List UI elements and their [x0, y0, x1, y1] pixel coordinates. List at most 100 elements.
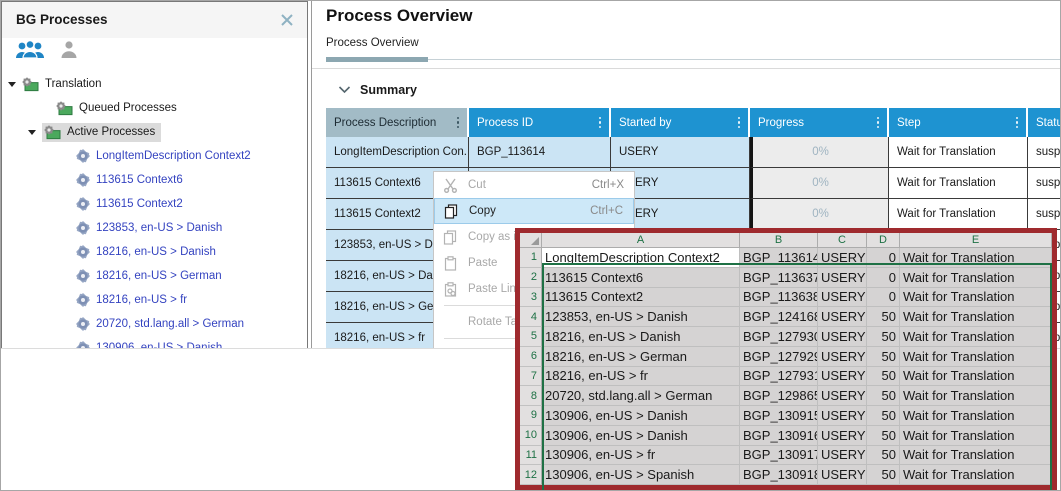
sheet-cell[interactable]: USERY [818, 248, 867, 268]
summary-section-header[interactable]: Summary [338, 81, 417, 99]
tree-item-longitemdescription-context2[interactable]: LongItemDescription Context2 [2, 144, 307, 168]
sheet-cell[interactable]: BGP_113638 [740, 288, 818, 308]
sheet-cell[interactable]: LongItemDescription Context2 [542, 248, 740, 268]
tab-process-overview[interactable]: Process Overview [326, 37, 419, 49]
sheet-cell[interactable]: USERY [818, 327, 867, 347]
sheet-cell[interactable]: Wait for Translation [900, 465, 1052, 485]
sheet-cell[interactable]: 0 [867, 248, 900, 268]
column-menu-icon[interactable] [736, 115, 743, 131]
column-menu-icon[interactable] [455, 115, 462, 131]
sheet-cell[interactable]: BGP_130916 [740, 426, 818, 446]
column-menu-icon[interactable] [875, 115, 882, 131]
sheet-cell[interactable]: BGP_113614 [740, 248, 818, 268]
sheet-column-header-d[interactable]: D [867, 233, 900, 248]
sheet-cell[interactable]: 50 [867, 465, 900, 485]
sheet-cell[interactable]: 0 [867, 268, 900, 288]
single-user-icon[interactable] [58, 39, 80, 66]
cell-status[interactable]: suspe [1028, 199, 1060, 230]
column-header-started-by[interactable]: Started by [611, 108, 750, 137]
cell-started-by[interactable]: USERY [611, 137, 750, 168]
close-icon[interactable] [279, 12, 295, 28]
sheet-row-number[interactable]: 5 [520, 327, 542, 347]
column-menu-icon[interactable] [597, 115, 604, 131]
sheet-column-header-e[interactable]: E [900, 233, 1052, 248]
cell-progress[interactable]: 0% [750, 137, 889, 168]
sheet-cell[interactable]: 130906, en-US > Spanish [542, 465, 740, 485]
sheet-cell[interactable]: USERY [818, 367, 867, 387]
table-row[interactable]: LongItemDescription Con...BGP_113614USER… [326, 137, 1060, 168]
sheet-cell[interactable]: 113615 Context2 [542, 288, 740, 308]
tree-item-123853-en-us-danish[interactable]: 123853, en-US > Danish [2, 216, 307, 240]
tree-expand-arrow[interactable] [28, 130, 36, 135]
sheet-cell[interactable]: BGP_130918 [740, 465, 818, 485]
sheet-cell[interactable]: BGP_130917 [740, 446, 818, 466]
column-header-statu[interactable]: Statu [1028, 108, 1060, 137]
column-header-process-id[interactable]: Process ID [469, 108, 611, 137]
sheet-cell[interactable]: USERY [818, 406, 867, 426]
sheet-cell[interactable]: Wait for Translation [900, 386, 1052, 406]
sheet-cell[interactable]: USERY [818, 426, 867, 446]
sheet-row-number[interactable]: 10 [520, 426, 542, 446]
sheet-cell[interactable]: Wait for Translation [900, 268, 1052, 288]
sheet-cell[interactable]: Wait for Translation [900, 288, 1052, 308]
sheet-cell[interactable]: Wait for Translation [900, 307, 1052, 327]
sheet-cell[interactable]: BGP_127929 [740, 347, 818, 367]
sheet-cell[interactable]: 123853, en-US > Danish [542, 307, 740, 327]
cell-step[interactable]: Wait for Translation [889, 137, 1028, 168]
cell-status[interactable]: suspe [1028, 137, 1060, 168]
sheet-cell[interactable]: BGP_127931 [740, 367, 818, 387]
tree-item-130906-en-us-danish[interactable]: 130906, en-US > Danish [2, 336, 307, 349]
people-group-icon[interactable] [14, 39, 46, 66]
tree-item-113615-context2[interactable]: 113615 Context2 [2, 192, 307, 216]
sheet-cell[interactable]: 20720, std.lang.all > German [542, 386, 740, 406]
cell-progress[interactable]: 0% [750, 168, 889, 199]
cell-process-description[interactable]: LongItemDescription Con... [326, 137, 469, 168]
sheet-column-header-b[interactable]: B [740, 233, 818, 248]
tree-item-18216-en-us-danish[interactable]: 18216, en-US > Danish [2, 240, 307, 264]
cell-status[interactable]: suspe [1028, 168, 1060, 199]
sheet-select-all-corner[interactable] [520, 233, 542, 248]
sheet-row-number[interactable]: 8 [520, 386, 542, 406]
tree-item-18216-en-us-fr[interactable]: 18216, en-US > fr [2, 288, 307, 312]
sheet-cell[interactable]: 18216, en-US > Danish [542, 327, 740, 347]
sheet-row-number[interactable]: 11 [520, 446, 542, 466]
sheet-cell[interactable]: Wait for Translation [900, 327, 1052, 347]
sheet-cell[interactable]: BGP_127930 [740, 327, 818, 347]
sheet-row-number[interactable]: 2 [520, 268, 542, 288]
chevron-down-icon[interactable] [338, 81, 351, 99]
sheet-cell[interactable]: BGP_113637 [740, 268, 818, 288]
column-header-progress[interactable]: Progress [750, 108, 889, 137]
sheet-cell[interactable]: Wait for Translation [900, 367, 1052, 387]
sheet-cell[interactable]: 50 [867, 327, 900, 347]
tree-item-translation[interactable]: Translation [2, 72, 307, 96]
sheet-cell[interactable]: 18216, en-US > German [542, 347, 740, 367]
menu-item-copy[interactable]: CopyCtrl+C [434, 198, 634, 224]
sheet-cell[interactable]: Wait for Translation [900, 426, 1052, 446]
sheet-cell[interactable]: USERY [818, 288, 867, 308]
sheet-cell[interactable]: USERY [818, 446, 867, 466]
tree-item-active-processes[interactable]: Active Processes [2, 120, 307, 144]
sheet-cell[interactable]: 113615 Context6 [542, 268, 740, 288]
sheet-cell[interactable]: Wait for Translation [900, 406, 1052, 426]
sheet-cell[interactable]: Wait for Translation [900, 347, 1052, 367]
sheet-cell[interactable]: 50 [867, 426, 900, 446]
sheet-cell[interactable]: BGP_130915 [740, 406, 818, 426]
column-header-process-description[interactable]: Process Description [326, 108, 469, 137]
sheet-cell[interactable]: 18216, en-US > fr [542, 367, 740, 387]
sheet-cell[interactable]: 130906, en-US > Danish [542, 406, 740, 426]
sheet-cell[interactable]: USERY [818, 465, 867, 485]
sheet-column-header-c[interactable]: C [818, 233, 867, 248]
sheet-row-number[interactable]: 12 [520, 465, 542, 485]
sheet-row-number[interactable]: 9 [520, 406, 542, 426]
sheet-cell[interactable]: Wait for Translation [900, 248, 1052, 268]
tree-item-queued-processes[interactable]: Queued Processes [2, 96, 307, 120]
tree-item-113615-context6[interactable]: 113615 Context6 [2, 168, 307, 192]
sheet-cell[interactable]: 50 [867, 347, 900, 367]
sheet-row-number[interactable]: 7 [520, 367, 542, 387]
sheet-cell[interactable]: 130906, en-US > Danish [542, 426, 740, 446]
cell-progress[interactable]: 0% [750, 199, 889, 230]
cell-step[interactable]: Wait for Translation [889, 199, 1028, 230]
sheet-cell[interactable]: USERY [818, 347, 867, 367]
sheet-row-number[interactable]: 6 [520, 347, 542, 367]
cell-process-id[interactable]: BGP_113614 [469, 137, 611, 168]
